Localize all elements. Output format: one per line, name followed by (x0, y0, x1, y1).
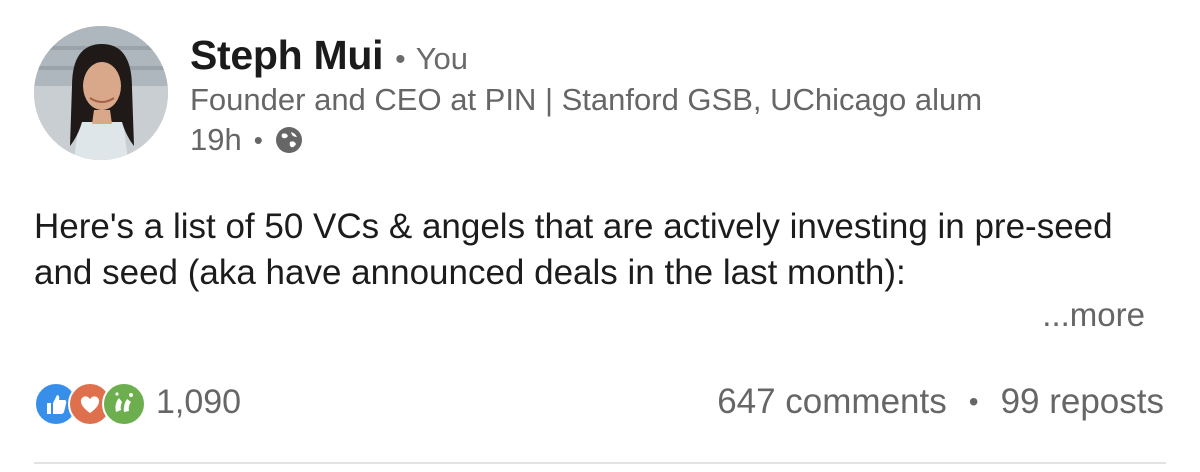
post-stats: 647 comments • 99 reposts (717, 382, 1164, 422)
post-time: 19h (190, 122, 242, 157)
comments-link[interactable]: 647 comments (717, 382, 947, 422)
globe-icon (275, 126, 303, 154)
author-name-row: Steph Mui • You (190, 32, 468, 79)
separator-dot: • (395, 43, 406, 76)
post-meta: 19h • (190, 122, 303, 158)
divider (34, 462, 1166, 464)
celebrate-icon (102, 382, 146, 426)
post-text: Here's a list of 50 VCs & angels that ar… (34, 207, 1113, 292)
author-headline: Founder and CEO at PIN | Stanford GSB, U… (190, 82, 983, 117)
avatar[interactable] (34, 26, 168, 160)
author-name[interactable]: Steph Mui (190, 32, 383, 79)
separator-dot: • (253, 124, 263, 155)
see-more-link[interactable]: ...more (1042, 296, 1145, 334)
separator-dot: • (968, 386, 979, 417)
reaction-icons (34, 380, 146, 426)
avatar-photo (34, 26, 168, 160)
reaction-count: 1,090 (156, 382, 242, 421)
reposts-link[interactable]: 99 reposts (1001, 382, 1164, 422)
relation-label: You (415, 41, 468, 76)
reactions-summary[interactable]: 1,090 (34, 380, 242, 426)
